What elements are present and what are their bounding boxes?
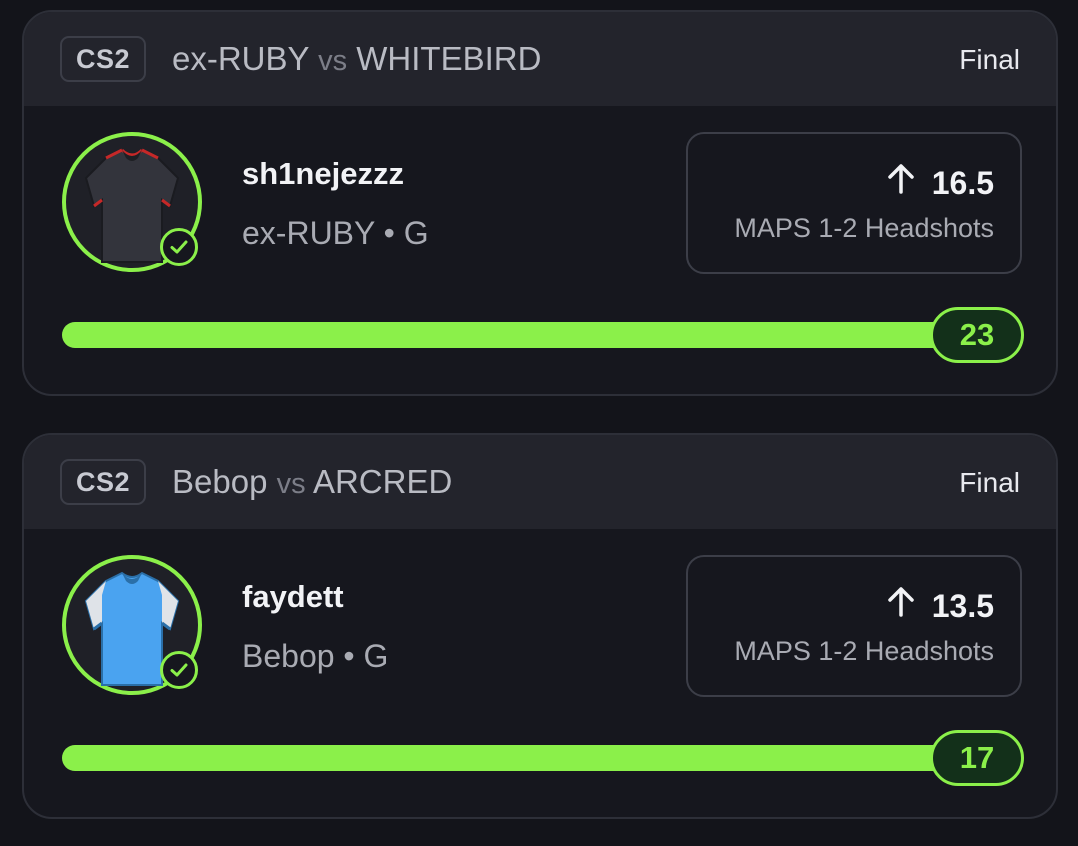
player-name: faydett (242, 579, 344, 614)
prop-line-box: 16.5 MAPS 1-2 Headshots (686, 132, 1022, 274)
player-team-position: ex-RUBY • G (242, 215, 429, 251)
game-badge: CS2 (60, 36, 147, 82)
team-b-name: WHITEBIRD (356, 40, 542, 77)
progress-bar-fill (62, 745, 962, 771)
match-status: Final (959, 467, 1020, 498)
prop-stat-label: MAPS 1-2 Headshots (734, 213, 994, 243)
pick-list: CS2 ex-RUBY vs WHITEBIRD Final sh1nejezz… (0, 0, 1078, 846)
result-value: 23 (930, 307, 1024, 363)
vs-label: vs (276, 468, 306, 500)
team-a-name: Bebop (172, 463, 268, 500)
prop-line: 13.5 (886, 585, 994, 626)
vs-label: vs (318, 45, 348, 77)
progress-bar (62, 322, 962, 348)
pick-card[interactable]: CS2 ex-RUBY vs WHITEBIRD Final sh1nejezz… (22, 10, 1058, 396)
prop-line-value: 16.5 (931, 164, 994, 201)
verified-check-icon (160, 651, 198, 689)
prop-line-value: 13.5 (931, 587, 994, 624)
arrow-up-icon (886, 162, 916, 203)
match-status: Final (959, 44, 1020, 75)
matchup-title: ex-RUBY vs WHITEBIRD (172, 38, 541, 82)
matchup-title: Bebop vs ARCRED (172, 461, 452, 505)
progress-bar (62, 745, 962, 771)
prop-line: 16.5 (886, 162, 994, 203)
player-name: sh1nejezzz (242, 156, 404, 191)
verified-check-icon (160, 228, 198, 266)
arrow-up-icon (886, 585, 916, 626)
progress-bar-fill (62, 322, 962, 348)
player-team-position: Bebop • G (242, 638, 389, 674)
result-value: 17 (930, 730, 1024, 786)
team-a-name: ex-RUBY (172, 40, 309, 77)
prop-stat-label: MAPS 1-2 Headshots (734, 636, 994, 666)
pick-card[interactable]: CS2 Bebop vs ARCRED Final faydett Bebop … (22, 433, 1058, 819)
team-b-name: ARCRED (312, 463, 453, 500)
prop-line-box: 13.5 MAPS 1-2 Headshots (686, 555, 1022, 697)
match-header: CS2 Bebop vs ARCRED Final (24, 435, 1056, 529)
game-badge: CS2 (60, 459, 147, 505)
match-header: CS2 ex-RUBY vs WHITEBIRD Final (24, 12, 1056, 106)
